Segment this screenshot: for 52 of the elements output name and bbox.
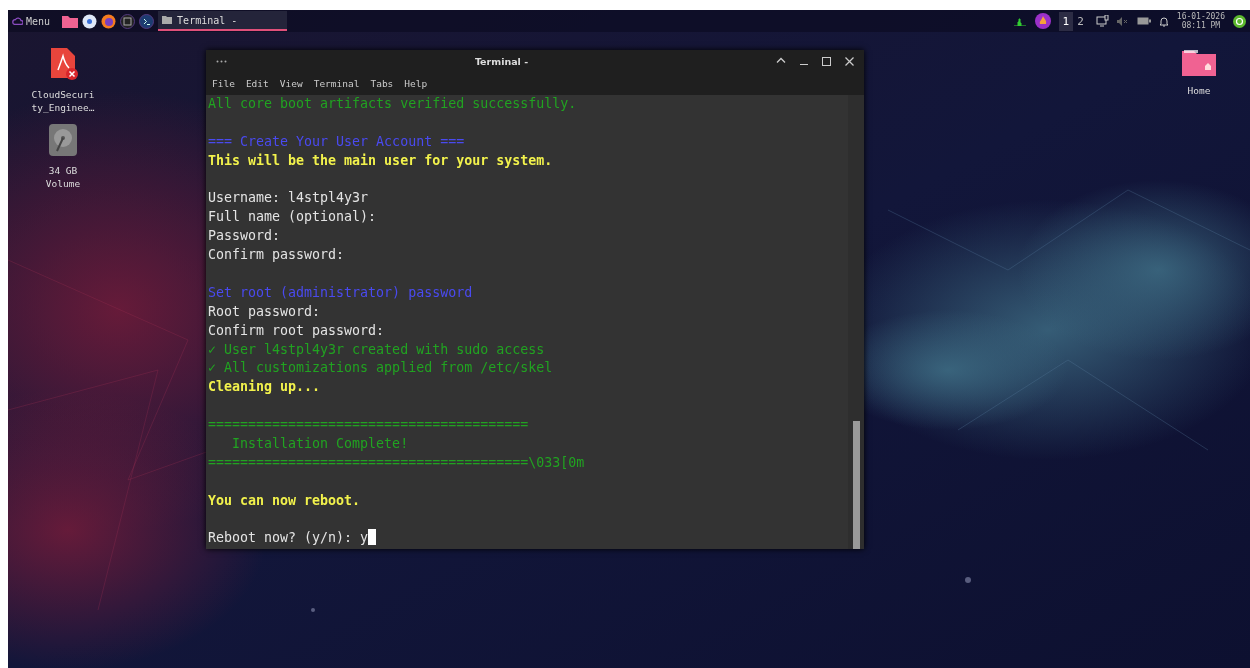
terminal-line: All core boot artifacts verified successfully. bbox=[208, 95, 577, 113]
terminal-line: ========================================\033[0m bbox=[208, 453, 585, 472]
terminal-line: ✓ All customizations applied from /etc/skel bbox=[208, 359, 553, 378]
window-title: Terminal - bbox=[473, 55, 530, 67]
desktop-icon-label[interactable]: 34 GB Volume bbox=[31, 164, 95, 190]
terminal-line: Cleaning up... bbox=[208, 378, 321, 397]
menu-button[interactable]: Menu bbox=[12, 15, 59, 27]
cloud-icon bbox=[12, 17, 23, 25]
folder-icon bbox=[162, 16, 173, 24]
more-dots-icon[interactable] bbox=[216, 59, 227, 63]
terminal-line: Confirm root password: bbox=[208, 321, 385, 340]
desktop-icon-label[interactable]: CloudSecurity_Enginee… bbox=[31, 88, 95, 114]
terminal-line: This will be the main user for your system. bbox=[208, 151, 553, 170]
close-icon[interactable] bbox=[845, 56, 854, 66]
terminal-line: Password: bbox=[208, 227, 281, 246]
text-cursor bbox=[368, 529, 377, 546]
terminal-line: Username: l4stpl4y3r bbox=[208, 189, 369, 208]
terminal-line: Confirm password: bbox=[208, 246, 345, 265]
scrollbar[interactable] bbox=[848, 95, 864, 549]
terminal-line: You can now reboot. bbox=[208, 491, 361, 510]
power-icon[interactable] bbox=[1233, 14, 1246, 28]
terminal-line: Root password: bbox=[208, 302, 321, 321]
menu-item[interactable]: View bbox=[275, 76, 307, 91]
workspace-button[interactable]: 2 bbox=[1073, 11, 1088, 31]
clock[interactable]: 16-01-2026 08:11 PM bbox=[1176, 12, 1225, 30]
terminal-line: === Create Your User Account === bbox=[208, 132, 465, 151]
terminal-line: Full name (optional): bbox=[208, 208, 377, 227]
maximize-icon[interactable] bbox=[822, 56, 831, 66]
pdf-file-icon bbox=[48, 48, 78, 80]
browser-icon[interactable] bbox=[82, 13, 98, 29]
folder-icon[interactable] bbox=[62, 14, 79, 28]
caret-up-icon[interactable] bbox=[776, 56, 786, 63]
terminal-line: ✓ User l4stpl4y3r created with sudo access bbox=[208, 340, 545, 359]
notification-bell-icon[interactable] bbox=[1158, 15, 1169, 27]
menu-item[interactable]: File bbox=[208, 76, 239, 91]
network-graph-icon bbox=[1012, 16, 1027, 26]
terminal-line: ======================================== bbox=[208, 416, 529, 435]
hard-drive-icon bbox=[49, 124, 77, 156]
desktop-icon-label[interactable]: Home bbox=[1167, 84, 1231, 97]
menu-item[interactable]: Help bbox=[400, 76, 432, 91]
terminal-icon[interactable] bbox=[139, 13, 155, 29]
taskbar-item[interactable]: Terminal - bbox=[158, 11, 288, 31]
terminal-line: Set root (administrator) password bbox=[208, 283, 473, 302]
muted-speaker-icon[interactable] bbox=[1116, 16, 1129, 26]
menu-item[interactable]: Edit bbox=[241, 76, 273, 91]
menu-item[interactable]: Terminal bbox=[309, 76, 364, 91]
battery-icon[interactable] bbox=[1136, 17, 1151, 25]
display-icon[interactable] bbox=[1095, 15, 1109, 27]
menu-item[interactable]: Tabs bbox=[366, 76, 398, 91]
terminal-prompt[interactable]: Reboot now? (y/n): y bbox=[208, 529, 369, 549]
home-folder-icon bbox=[1182, 48, 1216, 76]
terminal-line: Installation Complete! bbox=[231, 435, 409, 454]
